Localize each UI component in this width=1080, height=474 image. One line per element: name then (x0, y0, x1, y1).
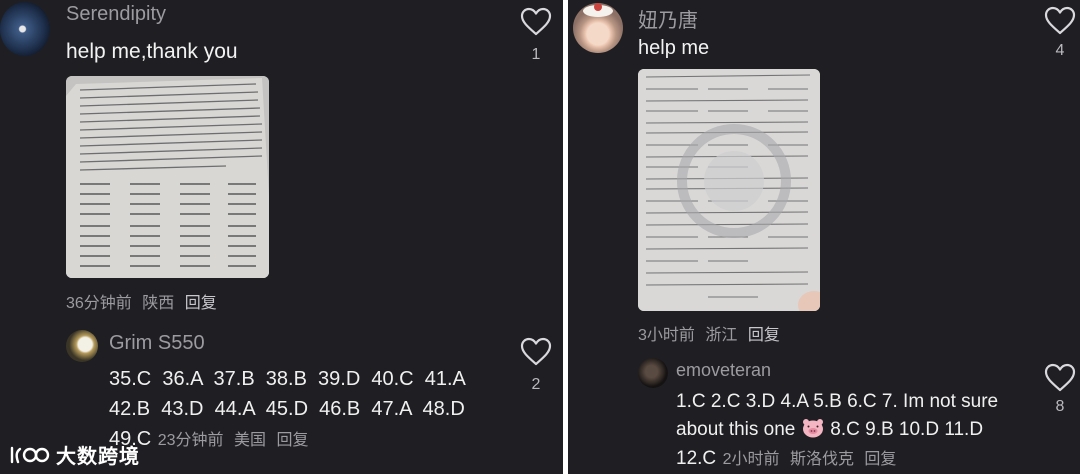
attached-photo[interactable] (638, 69, 820, 311)
reply-user-avatar[interactable] (66, 330, 98, 362)
reply-line-2: about this one 8.C 9.B 10.D 11.D (676, 415, 983, 444)
reply-username[interactable]: emoveteran (676, 360, 771, 381)
reply-username[interactable]: Grim S550 (109, 332, 205, 355)
reply-text-line-3: 12.C (676, 448, 717, 469)
reply-button[interactable]: 回复 (185, 295, 217, 312)
reply-text-line-1: 1.C 2.C 3.D 4.A 5.B 6.C 7. Im not sure (676, 391, 999, 412)
reply-like-count: 8 (1055, 398, 1065, 415)
reply-time: 23分钟前 (157, 432, 224, 449)
pig-face-emoji-icon (802, 419, 823, 438)
left-comment-panel: Serendipity help me,thank you 36分钟前 陕西 回… (0, 0, 563, 474)
comment-meta: 3小时前 浙江 回复 (638, 321, 780, 345)
right-comment-panel: 妞乃唐 help me 3小时前 浙江 回复 4 emoveteran 1.C … (568, 0, 1080, 474)
reply-like-heart-icon[interactable] (1044, 363, 1076, 393)
comment-location: 浙江 (705, 327, 738, 344)
reply-text-line-2a: about this one (676, 419, 796, 440)
like-count: 4 (1055, 42, 1065, 59)
user-avatar[interactable] (0, 2, 50, 56)
comment-text: help me (638, 37, 710, 59)
watermark-text: 大数跨境 (56, 446, 140, 468)
attached-photo[interactable] (66, 76, 269, 278)
reply-location: 斯洛伐克 (789, 451, 854, 468)
reply-reply-button[interactable]: 回复 (864, 451, 896, 468)
user-avatar[interactable] (573, 3, 623, 53)
reply-text-line-2b: 8.C 9.B 10.D 11.D (830, 419, 984, 440)
comment-text: help me,thank you (66, 40, 238, 63)
comment-username[interactable]: 妞乃唐 (638, 4, 698, 33)
reply-location: 美国 (233, 432, 266, 449)
reply-like-heart-icon[interactable] (520, 337, 552, 367)
reply-text-line-2: 42.B 43.D 44.A 45.D 46.B 47.A 48.D (109, 398, 465, 420)
reply-button[interactable]: 回复 (748, 327, 780, 344)
worksheet-photo-image (66, 76, 269, 278)
reply-user-avatar[interactable] (638, 358, 668, 388)
comment-meta: 36分钟前 陕西 回复 (66, 289, 217, 313)
reply-time: 2小时前 (722, 451, 780, 468)
like-count: 1 (531, 46, 541, 63)
comment-location: 陕西 (142, 295, 175, 312)
reply-last-line: 12.C 2小时前 斯洛伐克 回复 (676, 444, 896, 473)
like-heart-icon[interactable] (520, 7, 552, 37)
reply-like-count: 2 (531, 376, 541, 393)
reply-text-line-1: 35.C 36.A 37.B 38.B 39.D 40.C 41.A (109, 368, 466, 390)
worksheet-photo-image (638, 69, 820, 311)
comment-time: 3小时前 (638, 327, 695, 344)
reply-reply-button[interactable]: 回复 (276, 432, 308, 449)
comment-time: 36分钟前 (66, 295, 132, 312)
watermark: 大数跨境 (8, 440, 140, 469)
watermark-logo-icon (10, 446, 50, 463)
comment-username[interactable]: Serendipity (66, 3, 166, 26)
like-heart-icon[interactable] (1044, 6, 1076, 36)
